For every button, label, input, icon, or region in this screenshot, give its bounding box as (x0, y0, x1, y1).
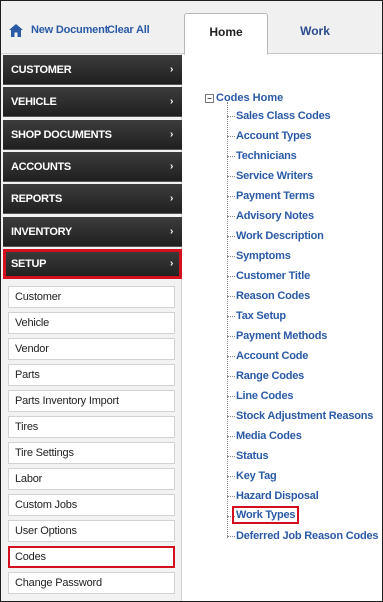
menu-item-label: ACCOUNTS (11, 160, 71, 173)
tree-node-link[interactable]: Technicians (236, 148, 297, 164)
tree-branch-line (227, 116, 235, 117)
tree-branch-line (227, 396, 235, 397)
tab-home[interactable]: Home (184, 13, 268, 55)
tree-node-link[interactable]: Tax Setup (236, 308, 286, 324)
tree-branch-line (227, 436, 235, 437)
tree-node-link[interactable]: Service Writers (236, 168, 313, 184)
tree-node-link[interactable]: Account Code (236, 348, 308, 364)
tree-node-link[interactable]: Media Codes (236, 428, 302, 444)
tree-node-link[interactable]: Payment Methods (236, 328, 327, 344)
sidebar: CUSTOMER › VEHICLE › SHOP DOCUMENTS › ACCOUNTS… (1, 54, 182, 601)
submenu-item-user-options[interactable]: User Options (8, 520, 175, 542)
submenu-item-tire-settings[interactable]: Tire Settings (8, 442, 175, 464)
tree-node-link[interactable]: Line Codes (236, 388, 293, 404)
tree-node-link[interactable]: Range Codes (236, 368, 304, 384)
clear-all-link[interactable]: Clear All (107, 24, 150, 36)
menu-item-shop-documents[interactable]: SHOP DOCUMENTS › (3, 119, 182, 150)
tree-node-link[interactable]: Reason Codes (236, 288, 310, 304)
chevron-right-icon: › (169, 193, 173, 205)
new-document-link[interactable]: New Document (31, 24, 108, 36)
tree-node-link[interactable]: Advisory Notes (236, 208, 314, 224)
tree-node-link[interactable]: Hazard Disposal (236, 488, 319, 504)
tree-branch-line (227, 256, 235, 257)
tree-branch-line (227, 196, 235, 197)
tree-node-link[interactable]: Payment Terms (236, 188, 315, 204)
submenu-item-parts[interactable]: Parts (8, 364, 175, 386)
tree-node-link[interactable]: Deferred Job Reason Codes (236, 528, 379, 544)
tree-node-link[interactable]: Work Types (232, 506, 300, 524)
tree-node-link[interactable]: Stock Adjustment Reasons (236, 408, 373, 424)
tree-node-link[interactable]: Symptoms (236, 248, 291, 264)
tree-node-link[interactable]: Sales Class Codes (236, 108, 331, 124)
submenu-item-custom-jobs[interactable]: Custom Jobs (8, 494, 175, 516)
tree-branch-line (227, 276, 235, 277)
menu-item-label: CUSTOMER (11, 64, 72, 76)
menu-item-label: INVENTORY (11, 225, 72, 238)
tab-bar: Home Work (182, 1, 382, 55)
menu-item-vehicle[interactable]: VEHICLE › (3, 87, 182, 118)
menu-item-accounts[interactable]: ACCOUNTS › (3, 151, 182, 182)
tree-node-link[interactable]: Customer Title (236, 268, 310, 284)
submenu-item-vendor[interactable]: Vendor (8, 338, 175, 360)
tab-work[interactable]: Work (276, 13, 354, 55)
menu-item-reports[interactable]: REPORTS › (3, 184, 182, 215)
submenu-item-change-password[interactable]: Change Password (8, 572, 175, 594)
tree-branch-line (227, 456, 235, 457)
tree-branch-line (227, 496, 235, 497)
tree-node-link[interactable]: Key Tag (236, 468, 277, 484)
chevron-right-icon: › (169, 128, 173, 140)
menu-item-label: SETUP (11, 257, 47, 270)
tree-branch-line (227, 156, 235, 157)
submenu-item-tires[interactable]: Tires (8, 416, 175, 438)
tree-branch-line (227, 536, 235, 537)
submenu-item-parts-inventory-import[interactable]: Parts Inventory Import (8, 390, 175, 412)
tree-node-link[interactable]: Work Description (236, 228, 324, 244)
tree-branch-line (227, 376, 235, 377)
tree-node-link[interactable]: Status (236, 448, 269, 464)
tree-branch-line (227, 336, 235, 337)
tree-branch-line (227, 136, 235, 137)
submenu-item-vehicle[interactable]: Vehicle (8, 312, 175, 334)
chevron-right-icon: › (169, 96, 173, 108)
menu-item-setup[interactable]: SETUP › (3, 248, 182, 279)
tree-branch-line (227, 296, 235, 297)
tree-branch-line (227, 176, 235, 177)
tree-node-link[interactable]: Account Types (236, 128, 312, 144)
top-toolbar: New Document Clear All (1, 1, 182, 54)
home-icon[interactable] (9, 24, 23, 37)
tree-branch-line (227, 316, 235, 317)
menu-item-customer[interactable]: CUSTOMER › (3, 55, 182, 85)
tree-branch-line (227, 216, 235, 217)
codes-home-node[interactable]: − Codes Home (205, 92, 283, 104)
tree-connector-line (227, 102, 228, 538)
chevron-right-icon: › (169, 160, 173, 172)
tree-branch-line (227, 356, 235, 357)
menu-item-label: VEHICLE (11, 96, 57, 109)
submenu-item-customer[interactable]: Customer (8, 286, 175, 308)
chevron-right-icon: › (169, 64, 173, 75)
tree-branch-line (227, 476, 235, 477)
chevron-right-icon: › (169, 225, 173, 237)
menu-item-label: REPORTS (11, 193, 63, 206)
submenu-item-codes[interactable]: Codes (8, 546, 175, 568)
menu-item-inventory[interactable]: INVENTORY › (3, 216, 182, 247)
collapse-toggle-icon[interactable]: − (205, 93, 214, 103)
tree-branch-line (227, 416, 235, 417)
tree-branch-line (227, 236, 235, 237)
menu-item-label: SHOP DOCUMENTS (11, 128, 112, 141)
chevron-right-icon: › (169, 257, 173, 269)
submenu-item-labor[interactable]: Labor (8, 468, 175, 490)
